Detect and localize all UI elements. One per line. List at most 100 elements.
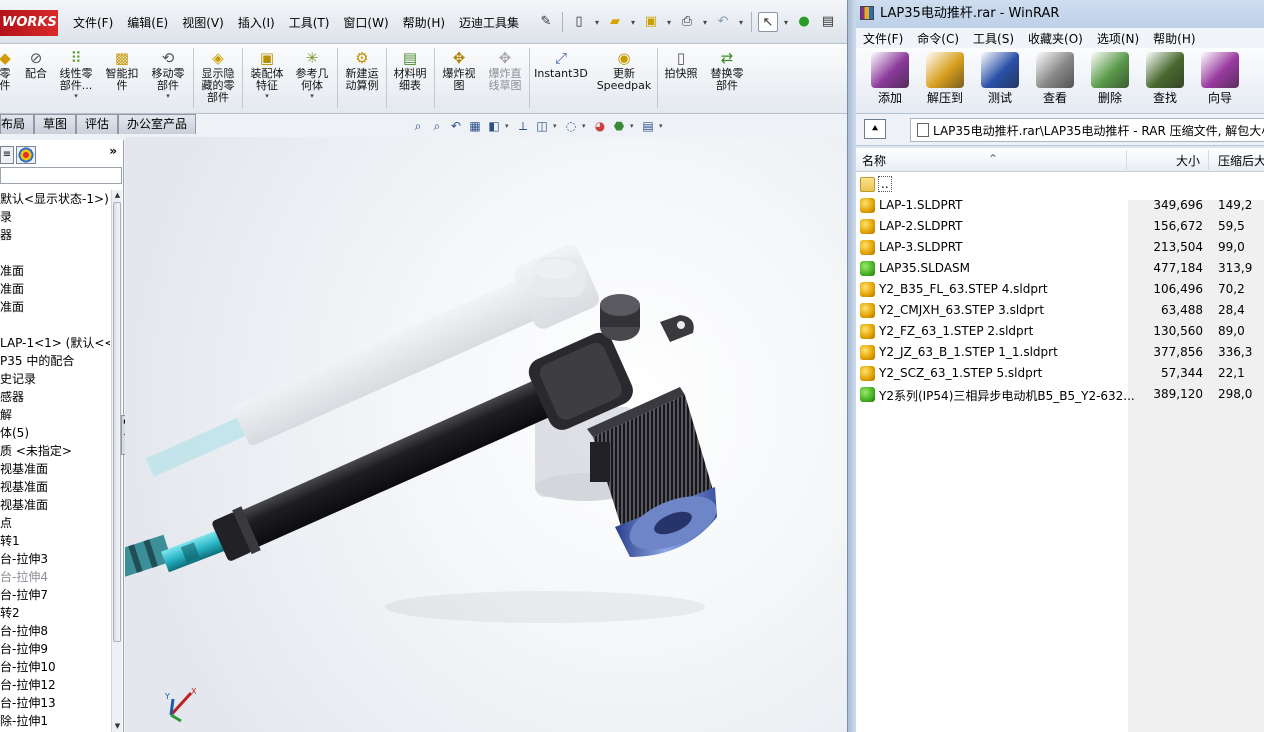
file-row[interactable]: Y2_CMJXH_63.STEP 3.sldprt 63,488 28,4 bbox=[856, 300, 1264, 321]
rar-menu-help[interactable]: 帮助(H) bbox=[1146, 30, 1202, 47]
chevron-down-icon[interactable]: ▾ bbox=[290, 92, 334, 100]
tree-item[interactable]: LAP-1<1> (默认<< bbox=[0, 334, 110, 352]
tree-item[interactable]: 台-拉伸8 bbox=[0, 622, 110, 640]
parent-folder-row[interactable]: .. bbox=[856, 174, 1264, 195]
exploded-view-button[interactable]: ✥ 爆炸视 图 bbox=[437, 44, 481, 114]
file-row[interactable]: LAP-2.SLDPRT 156,672 59,5 bbox=[856, 216, 1264, 237]
new-document-icon[interactable]: ▯ bbox=[569, 12, 589, 32]
display-cube-icon[interactable]: ◫ bbox=[534, 118, 550, 134]
column-packed-header[interactable]: 压缩后大 bbox=[1218, 152, 1264, 169]
tree-item[interactable]: 台-拉伸12 bbox=[0, 676, 110, 694]
tree-item[interactable]: 视基准面 bbox=[0, 478, 110, 496]
rebuild-icon[interactable]: ▣ bbox=[641, 12, 661, 32]
view-button[interactable]: 查看 bbox=[1029, 52, 1081, 112]
expand-panel-chevron-icon[interactable]: » bbox=[109, 144, 117, 158]
tab-office-products[interactable]: 办公室产品 bbox=[118, 114, 197, 134]
tree-item[interactable]: 台-拉伸13 bbox=[0, 694, 110, 712]
chevron-down-icon[interactable]: ▾ bbox=[659, 122, 666, 130]
menu-maidi-tools[interactable]: 迈迪工具集 bbox=[452, 14, 526, 32]
property-manager-tab[interactable]: ≡ bbox=[0, 146, 14, 164]
tree-item[interactable]: 台-拉伸3 bbox=[0, 550, 110, 568]
take-snapshot-button[interactable]: ▯ 拍快照 bbox=[660, 44, 702, 114]
pin-icon[interactable]: ✎ bbox=[536, 12, 556, 32]
edit-appearance-icon[interactable]: ◕ bbox=[592, 118, 608, 134]
tree-item[interactable]: 默认<显示状态-1>) bbox=[0, 190, 110, 208]
rar-menu-commands[interactable]: 命令(C) bbox=[910, 30, 966, 47]
view-orientation-icon[interactable]: ◧ bbox=[486, 118, 502, 134]
tree-item[interactable]: 器 bbox=[0, 226, 110, 244]
tree-item[interactable]: 点 bbox=[0, 514, 110, 532]
chevron-down-icon[interactable]: ▾ bbox=[146, 92, 190, 100]
tree-item[interactable]: 录 bbox=[0, 208, 110, 226]
replace-component-button[interactable]: ⇄ 替换零 部件 bbox=[704, 44, 750, 114]
extract-to-button[interactable]: 解压到 bbox=[919, 52, 971, 112]
tree-item[interactable]: 视基准面 bbox=[0, 496, 110, 514]
traffic-light-icon[interactable]: ● bbox=[794, 12, 814, 32]
chevron-down-icon[interactable]: ▾ bbox=[582, 122, 589, 130]
rar-menu-file[interactable]: 文件(F) bbox=[856, 30, 910, 47]
tree-item[interactable]: 感器 bbox=[0, 388, 110, 406]
reference-geometry-button[interactable]: ✳ 参考几 何体 ▾ bbox=[290, 44, 334, 114]
open-folder-icon[interactable]: ▰ bbox=[605, 12, 625, 32]
chevron-down-icon[interactable]: ▾ bbox=[630, 122, 637, 130]
column-divider[interactable] bbox=[1208, 150, 1209, 170]
tab-sketch[interactable]: 草图 bbox=[34, 114, 77, 134]
file-row[interactable]: Y2系列(IP54)三相异步电动机B5_B5_Y2-632... 389,120 2… bbox=[856, 384, 1264, 405]
graphics-viewport[interactable]: X Y bbox=[125, 137, 847, 732]
new-motion-study-button[interactable]: ⚙ 新建运 动算例 bbox=[340, 44, 384, 114]
archive-path-field[interactable]: LAP35电动推杆.rar\LAP35电动推杆 - RAR 压缩文件, 解包大小 bbox=[910, 118, 1264, 142]
insert-part-button[interactable]: ◆ 零 件 bbox=[0, 44, 18, 114]
tree-item[interactable] bbox=[0, 244, 110, 262]
file-row[interactable]: Y2_FZ_63_1.STEP 2.sldprt 130,560 89,0 bbox=[856, 321, 1264, 342]
chevron-down-icon[interactable]: ▾ bbox=[782, 18, 790, 27]
tree-item[interactable]: 准面 bbox=[0, 298, 110, 316]
add-archive-button[interactable]: 添加 bbox=[864, 52, 916, 112]
chevron-down-icon[interactable]: ▾ bbox=[593, 18, 601, 27]
column-divider[interactable] bbox=[1126, 150, 1127, 170]
tree-item[interactable]: 准面 bbox=[0, 262, 110, 280]
tree-item[interactable]: 视基准面 bbox=[0, 460, 110, 478]
menu-insert[interactable]: 插入(I) bbox=[231, 14, 282, 32]
scroll-up-icon[interactable]: ▲ bbox=[112, 190, 123, 201]
tree-item[interactable]: 台-拉伸10 bbox=[0, 658, 110, 676]
section-view-icon[interactable]: ▦ bbox=[467, 118, 483, 134]
tree-vertical-scrollbar[interactable]: ▲ ▼ bbox=[111, 190, 122, 732]
file-row[interactable]: LAP-1.SLDPRT 349,696 149,2 bbox=[856, 195, 1264, 216]
delete-button[interactable]: 删除 bbox=[1084, 52, 1136, 112]
display-style-icon[interactable]: ⟂ bbox=[515, 118, 531, 134]
tree-item[interactable]: 转1 bbox=[0, 532, 110, 550]
column-name-header[interactable]: 名称 bbox=[862, 152, 886, 169]
tree-item[interactable]: 准面 bbox=[0, 280, 110, 298]
select-arrow-icon[interactable]: ↖ bbox=[758, 12, 778, 32]
tree-filter-input[interactable] bbox=[0, 167, 122, 184]
display-manager-pie-icon[interactable] bbox=[16, 146, 36, 164]
file-row[interactable]: Y2_JZ_63_B_1.STEP 1_1.sldprt 377,856 336,3 bbox=[856, 342, 1264, 363]
scroll-down-icon[interactable]: ▼ bbox=[112, 721, 123, 732]
tree-item[interactable]: 台-拉伸4 bbox=[0, 568, 110, 586]
chevron-down-icon[interactable]: ▾ bbox=[737, 18, 745, 27]
hide-show-items-icon[interactable]: ◌ bbox=[563, 118, 579, 134]
move-component-button[interactable]: ⟲ 移动零 部件 ▾ bbox=[146, 44, 190, 114]
tree-item[interactable]: 质 <未指定> bbox=[0, 442, 110, 460]
tree-item[interactable]: 台-拉伸7 bbox=[0, 586, 110, 604]
chevron-down-icon[interactable]: ▾ bbox=[629, 18, 637, 27]
menu-edit[interactable]: 编辑(E) bbox=[120, 14, 175, 32]
scroll-thumb[interactable] bbox=[113, 202, 121, 642]
tree-item[interactable]: 解 bbox=[0, 406, 110, 424]
view-settings-icon[interactable]: ▤ bbox=[640, 118, 656, 134]
undo-icon[interactable]: ↶ bbox=[713, 12, 733, 32]
assembly-feature-button[interactable]: ▣ 装配体 特征 ▾ bbox=[245, 44, 289, 114]
smart-fastener-button[interactable]: ▩ 智能扣 件 bbox=[100, 44, 144, 114]
chevron-down-icon[interactable]: ▾ bbox=[54, 92, 98, 100]
winrar-titlebar[interactable]: LAP35电动推杆.rar - WinRAR bbox=[856, 0, 1264, 28]
menu-tools[interactable]: 工具(T) bbox=[282, 14, 337, 32]
file-row[interactable]: Y2_SCZ_63_1.STEP 5.sldprt 57,344 22,1 bbox=[856, 363, 1264, 384]
menu-window[interactable]: 窗口(W) bbox=[336, 14, 395, 32]
tree-item[interactable]: 体(5) bbox=[0, 424, 110, 442]
tree-item[interactable]: 台-拉伸9 bbox=[0, 640, 110, 658]
chevron-down-icon[interactable]: ▾ bbox=[701, 18, 709, 27]
find-button[interactable]: 查找 bbox=[1139, 52, 1191, 112]
tree-item[interactable]: P35 中的配合 bbox=[0, 352, 110, 370]
linear-pattern-button[interactable]: ⠿ 线性零 部件... ▾ bbox=[54, 44, 98, 114]
menu-view[interactable]: 视图(V) bbox=[175, 14, 231, 32]
